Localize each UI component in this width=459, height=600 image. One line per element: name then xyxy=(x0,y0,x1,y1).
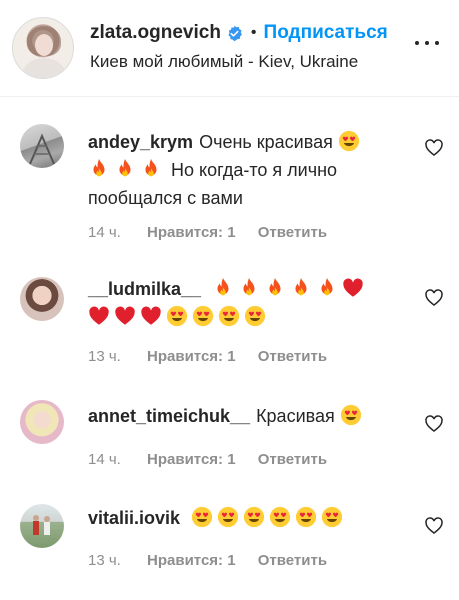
comment-meta: 14 ч. Нравится: 1 Ответить xyxy=(88,451,327,468)
heart-eyes-emoji xyxy=(244,305,266,327)
heart-eyes-emoji xyxy=(218,305,240,327)
comment-likes[interactable]: Нравится: 1 xyxy=(147,348,236,365)
heart-eyes-emoji xyxy=(192,305,214,327)
heart-eyes-emoji xyxy=(269,506,291,528)
comment-time[interactable]: 14 ч. xyxy=(88,451,121,468)
fire-emoji xyxy=(88,158,110,180)
location-link[interactable]: Киев мой любимый - Kiev, Ukraine xyxy=(90,52,358,72)
more-options-icon[interactable] xyxy=(414,32,440,54)
reply-button[interactable]: Ответить xyxy=(258,348,327,365)
profile-username[interactable]: zlata.ognevich xyxy=(90,22,221,44)
separator-dot: • xyxy=(250,24,257,41)
commenter-avatar[interactable] xyxy=(20,504,64,548)
comment-username[interactable]: vitalii.iovik xyxy=(88,508,180,528)
heart-eyes-emoji xyxy=(191,506,213,528)
comment-likes[interactable]: Нравится: 1 xyxy=(147,451,236,468)
red-heart-emoji xyxy=(140,305,162,327)
comment-time[interactable]: 13 ч. xyxy=(88,552,121,569)
profile-avatar[interactable] xyxy=(12,17,74,79)
comment-text: andey_krym Очень красивая Но когда-то я л… xyxy=(88,128,388,212)
heart-eyes-emoji xyxy=(338,130,360,152)
heart-eyes-emoji xyxy=(321,506,343,528)
fire-emoji xyxy=(238,277,260,299)
heart-eyes-emoji xyxy=(166,305,188,327)
heart-eyes-emoji xyxy=(340,404,362,426)
heart-eyes-emoji xyxy=(295,506,317,528)
heart-outline-icon[interactable] xyxy=(424,288,444,308)
comment-meta: 13 ч. Нравится: 1 Ответить xyxy=(88,552,327,569)
fire-emoji xyxy=(212,277,234,299)
heart-eyes-emoji xyxy=(243,506,265,528)
comment-body: Но когда-то я лично xyxy=(171,160,338,180)
commenter-avatar[interactable] xyxy=(20,277,64,321)
reply-button[interactable]: Ответить xyxy=(258,552,327,569)
comment-time[interactable]: 14 ч. xyxy=(88,224,121,241)
comment-body: Красивая xyxy=(256,406,335,426)
fire-emoji xyxy=(140,158,162,180)
post-header: zlata.ognevich • Подписаться Киев мой лю… xyxy=(0,0,459,97)
comment-text: vitalii.iovik xyxy=(88,504,388,532)
comment-body: Очень красивая xyxy=(199,132,333,152)
verified-badge-icon xyxy=(228,25,242,41)
fire-emoji xyxy=(264,277,286,299)
commenter-avatar[interactable] xyxy=(20,400,64,444)
red-heart-emoji xyxy=(342,277,364,299)
heart-outline-icon[interactable] xyxy=(424,414,444,434)
comment-likes[interactable]: Нравится: 1 xyxy=(147,224,236,241)
comment-username[interactable]: annet_timeichuk__ xyxy=(88,406,250,426)
comment-time[interactable]: 13 ч. xyxy=(88,348,121,365)
comment-text: annet_timeichuk__ Красивая xyxy=(88,402,388,430)
reply-button[interactable]: Ответить xyxy=(258,451,327,468)
commenter-avatar[interactable] xyxy=(20,124,64,168)
red-heart-emoji xyxy=(114,305,136,327)
red-heart-emoji xyxy=(88,305,110,327)
comment-meta: 14 ч. Нравится: 1 Ответить xyxy=(88,224,327,241)
reply-button[interactable]: Ответить xyxy=(258,224,327,241)
fire-emoji xyxy=(316,277,338,299)
comment-text: __ludmilka__ xyxy=(88,275,388,331)
heart-eyes-emoji xyxy=(217,506,239,528)
comment-body: пообщался с вами xyxy=(88,188,243,208)
comment-username[interactable]: __ludmilka__ xyxy=(88,279,201,299)
heart-outline-icon[interactable] xyxy=(424,138,444,158)
fire-emoji xyxy=(290,277,312,299)
fire-emoji xyxy=(114,158,136,180)
username-row: zlata.ognevich • Подписаться xyxy=(90,20,388,46)
comment-meta: 13 ч. Нравится: 1 Ответить xyxy=(88,348,327,365)
comment-username[interactable]: andey_krym xyxy=(88,132,193,152)
heart-outline-icon[interactable] xyxy=(424,516,444,536)
follow-button[interactable]: Подписаться xyxy=(264,22,388,44)
comment-likes[interactable]: Нравится: 1 xyxy=(147,552,236,569)
